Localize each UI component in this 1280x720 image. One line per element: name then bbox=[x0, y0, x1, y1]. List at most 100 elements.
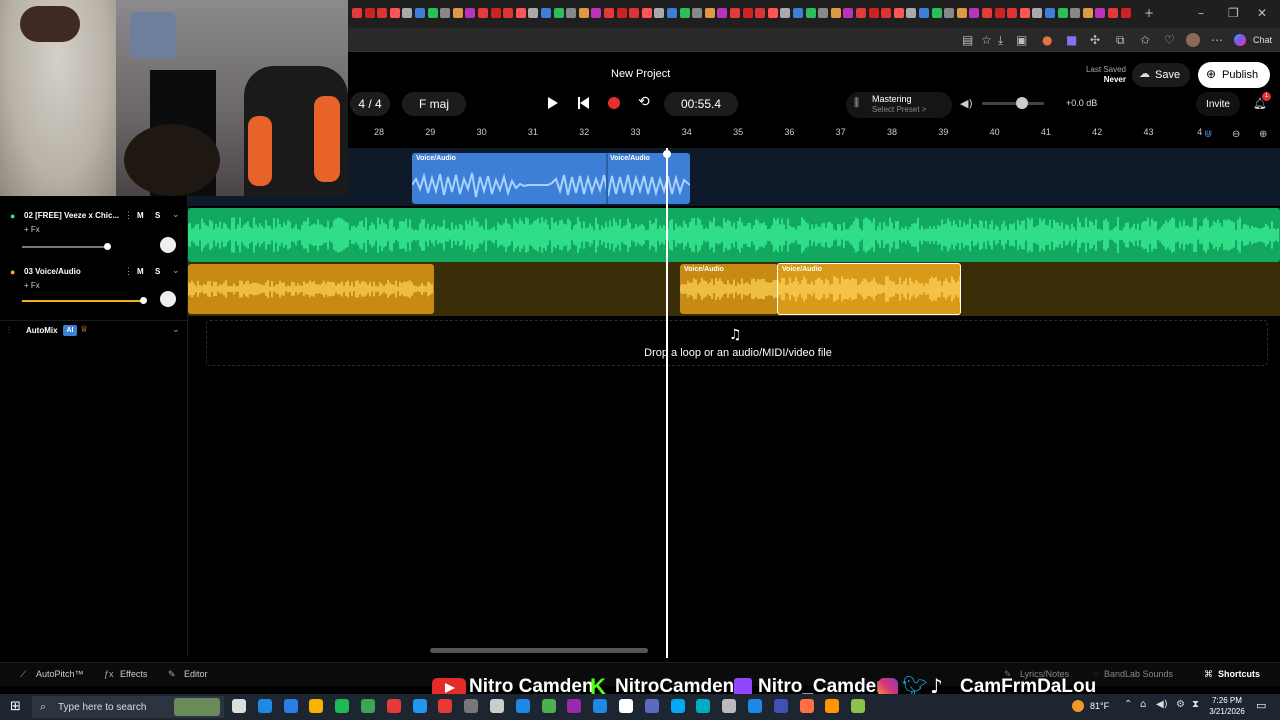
automix-row[interactable]: ⫶ AutoMix AI ♕ ⌄ bbox=[0, 320, 188, 340]
mastering-button[interactable]: ⫼ Mastering Select Preset > bbox=[846, 92, 952, 118]
browser-tab-favicon[interactable] bbox=[1045, 8, 1055, 18]
record-button[interactable] bbox=[608, 97, 620, 109]
taskbar-app-icon[interactable] bbox=[644, 699, 659, 713]
browser-tab-favicon[interactable] bbox=[830, 8, 841, 18]
browser-tab-favicon[interactable] bbox=[906, 8, 917, 18]
chevron-down-icon[interactable]: ⌄ bbox=[172, 209, 180, 220]
volume-icon[interactable]: ◀) bbox=[1156, 699, 1168, 710]
taskbar-app-icon[interactable] bbox=[515, 699, 530, 713]
browser-tab-favicon[interactable] bbox=[578, 8, 589, 18]
browser-tab-favicon[interactable] bbox=[1007, 8, 1018, 18]
selected-audio-clip[interactable]: Voice/Audio bbox=[777, 263, 961, 315]
browser-tab-favicon[interactable] bbox=[616, 8, 627, 18]
taskbar-app-icon[interactable] bbox=[232, 699, 246, 713]
chevron-down-icon[interactable]: ⌄ bbox=[172, 324, 180, 335]
publish-button[interactable]: ⊕ Publish bbox=[1198, 62, 1270, 88]
browser-tab-favicon[interactable] bbox=[805, 8, 816, 18]
minimize-icon[interactable]: – bbox=[1198, 6, 1204, 20]
reader-icon[interactable]: ▤ bbox=[962, 33, 973, 47]
mute-button[interactable]: M bbox=[137, 267, 144, 276]
browser-tab-favicon[interactable] bbox=[465, 8, 476, 18]
browser-tab-favicon[interactable] bbox=[440, 8, 451, 18]
speaker-icon[interactable]: ◀) bbox=[960, 97, 973, 110]
browser-tab-favicon[interactable] bbox=[818, 8, 829, 18]
browser-tab-favicon[interactable] bbox=[377, 8, 388, 18]
browser-tab-favicon[interactable] bbox=[944, 8, 955, 18]
browser-tab-favicon[interactable] bbox=[994, 8, 1005, 18]
taskbar-app-icon[interactable] bbox=[412, 699, 427, 713]
taskbar-app-icon[interactable] bbox=[670, 699, 685, 713]
timeline-ruler[interactable]: 28 29 30 31 32 33 34 35 36 37 38 39 40 41 42 43 4 bbox=[348, 124, 1280, 148]
browser-tab-favicon[interactable] bbox=[1095, 8, 1106, 18]
browser-tab-favicon[interactable] bbox=[566, 8, 577, 18]
browser-tab-favicon[interactable] bbox=[1120, 8, 1131, 18]
invite-button[interactable]: Invite bbox=[1196, 92, 1240, 116]
taskbar-app-icon[interactable] bbox=[309, 699, 324, 713]
tray-app-icon[interactable]: ⧗ bbox=[1192, 699, 1199, 710]
solo-button[interactable]: S bbox=[155, 267, 160, 276]
taskbar-app-icon[interactable] bbox=[490, 699, 504, 713]
taskbar-app-icon[interactable] bbox=[386, 699, 401, 713]
browser-tab-favicon[interactable] bbox=[667, 8, 677, 18]
taskbar-app-icon[interactable] bbox=[541, 699, 556, 713]
browser-tab-favicon[interactable] bbox=[843, 8, 854, 18]
browser-tab-favicon[interactable] bbox=[604, 8, 614, 18]
browser-tab-favicon[interactable] bbox=[641, 8, 652, 18]
taskbar-app-icon[interactable] bbox=[799, 699, 814, 713]
twitch-extension-icon[interactable]: ■ bbox=[1066, 33, 1077, 47]
master-volume-slider[interactable] bbox=[982, 102, 1044, 105]
tray-chevron-icon[interactable]: ⌃ bbox=[1124, 699, 1132, 710]
maximize-icon[interactable]: ❐ bbox=[1228, 6, 1239, 20]
taskbar-app-icon[interactable] bbox=[825, 699, 840, 713]
track-header-03[interactable]: ● 03 Voice/Audio ⋮ M S ⌄ + Fx bbox=[0, 262, 188, 318]
taskbar-app-icon[interactable] bbox=[748, 699, 762, 713]
browser-tab-favicon[interactable] bbox=[1057, 8, 1068, 18]
chevron-down-icon[interactable]: ⌄ bbox=[172, 265, 180, 276]
browser-tab-favicon[interactable] bbox=[415, 8, 425, 18]
browser-tab-favicon[interactable] bbox=[868, 8, 879, 18]
pan-knob[interactable] bbox=[160, 291, 176, 307]
taskbar-app-icon[interactable] bbox=[464, 699, 479, 713]
notifications-icon[interactable]: ▭ bbox=[1256, 699, 1266, 712]
browser-tab-favicon[interactable] bbox=[982, 8, 992, 18]
audio-clip[interactable]: Voice/Audio bbox=[680, 264, 778, 314]
save-button[interactable]: ☁ Save bbox=[1132, 63, 1190, 87]
shortcuts-button[interactable]: Shortcuts bbox=[1218, 669, 1260, 679]
audio-clip[interactable] bbox=[188, 208, 1280, 262]
track-volume-handle[interactable] bbox=[104, 243, 111, 250]
add-fx-button[interactable]: + Fx bbox=[24, 281, 40, 290]
sync-icon[interactable]: ♡ bbox=[1164, 33, 1175, 47]
taskbar-app-icon[interactable] bbox=[361, 699, 375, 713]
browser-tab-favicon[interactable] bbox=[1082, 8, 1093, 18]
taskbar-app-icon[interactable] bbox=[335, 699, 350, 713]
chat-label[interactable]: Chat bbox=[1253, 35, 1272, 45]
browser-tab-favicon[interactable] bbox=[956, 8, 967, 18]
track-volume-slider[interactable] bbox=[22, 300, 144, 302]
browser-tab-favicon[interactable] bbox=[553, 8, 564, 18]
copilot-icon[interactable] bbox=[1234, 34, 1246, 46]
autopitch-button[interactable]: AutoPitch™ bbox=[36, 669, 84, 679]
browser-tab-favicon[interactable] bbox=[780, 8, 791, 18]
taskbar-app-icon[interactable] bbox=[619, 699, 633, 713]
browser-tab-favicon[interactable] bbox=[352, 8, 362, 18]
profile-avatar[interactable] bbox=[1186, 33, 1200, 47]
zoom-out-icon[interactable]: ⊖ bbox=[1232, 129, 1240, 140]
favorites-icon[interactable]: ✩ bbox=[1140, 33, 1150, 47]
browser-tab-favicon[interactable] bbox=[452, 8, 463, 18]
browser-tab-favicon[interactable] bbox=[503, 8, 514, 18]
taskbar-app-icon[interactable] bbox=[283, 699, 298, 713]
drop-zone[interactable]: ♫ Drop a loop or an audio/MIDI/video fil… bbox=[206, 320, 1268, 366]
browser-tab-favicon[interactable] bbox=[931, 8, 942, 18]
add-fx-button[interactable]: + Fx bbox=[24, 225, 40, 234]
clock-date[interactable]: 3/21/2026 bbox=[1204, 707, 1250, 716]
timeline-scrollbar[interactable] bbox=[430, 648, 648, 653]
taskbar-app-icon[interactable] bbox=[567, 699, 582, 713]
browser-tab-favicon[interactable] bbox=[629, 8, 640, 18]
browser-tab-favicon[interactable] bbox=[717, 8, 728, 18]
skip-back-button[interactable] bbox=[578, 97, 590, 109]
browser-tab-favicon[interactable] bbox=[478, 8, 488, 18]
track-menu-icon[interactable]: ⋮ bbox=[124, 266, 133, 277]
browser-tab-favicon[interactable] bbox=[755, 8, 766, 18]
download-icon[interactable]: ⤓ bbox=[998, 33, 1003, 48]
close-icon[interactable]: ✕ bbox=[1257, 6, 1267, 20]
